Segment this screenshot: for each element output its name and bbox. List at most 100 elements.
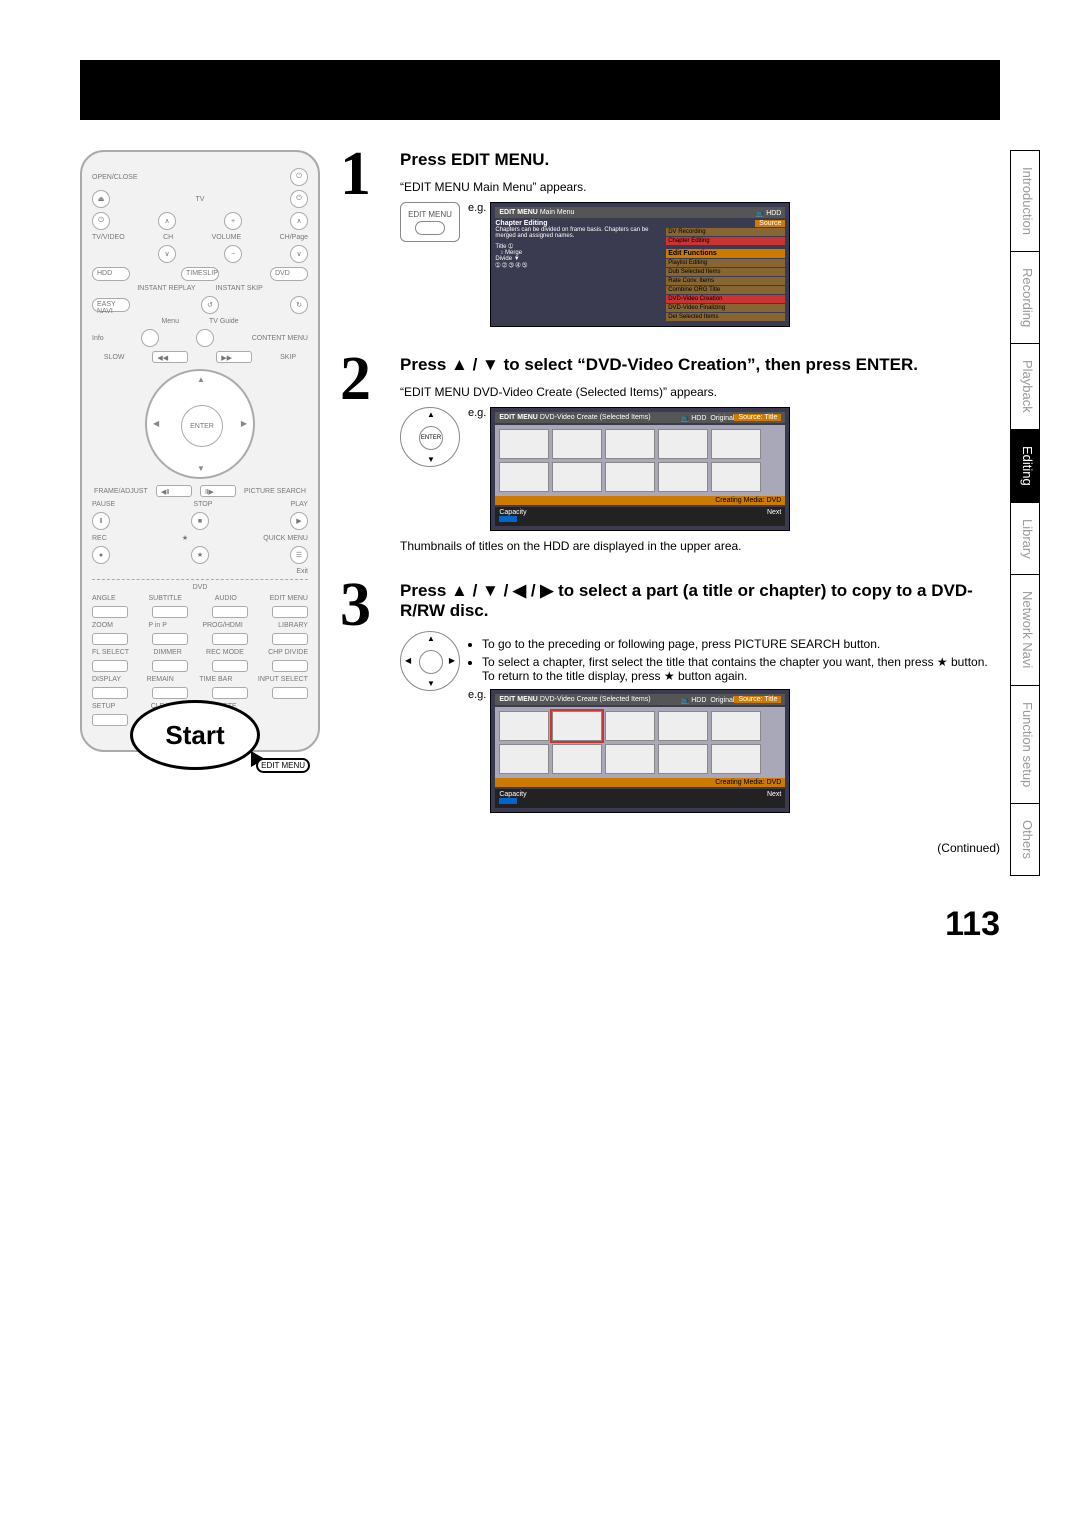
proghdmi-button[interactable]: [212, 633, 248, 645]
tv-power-button[interactable]: ⏻: [290, 190, 308, 208]
label-picture-search: PICTURE SEARCH: [244, 488, 306, 495]
step-1: 1 Press EDIT MENU. “EDIT MENU Main Menu”…: [340, 150, 1000, 327]
zoom-button[interactable]: [92, 633, 128, 645]
screen3-capacity: Capacity: [499, 791, 526, 798]
enter-button[interactable]: ENTER: [181, 405, 223, 447]
label-setup: SETUP: [92, 703, 115, 710]
audio-button[interactable]: [212, 606, 248, 618]
mini-edit-menu-button: EDIT MENU: [400, 202, 460, 242]
label-inputselect: INPUT SELECT: [258, 676, 308, 683]
screen-main-menu: EDIT MENU Main Menu📺 HDD Chapter Editing…: [490, 202, 790, 327]
recmode-button[interactable]: [212, 660, 248, 672]
label-chpdivide: CHP DIVIDE: [268, 649, 308, 656]
frame-button[interactable]: ◀Ⅱ: [156, 485, 192, 497]
chpage-down-button[interactable]: ∨: [290, 245, 308, 263]
screen3-sub: DVD-Video Create (Selected Items): [540, 696, 651, 703]
page-number: 113: [0, 905, 1000, 944]
screen2-capacity: Capacity: [499, 509, 526, 516]
label-instant-replay: INSTANT REPLAY: [137, 285, 195, 292]
chpdivide-button[interactable]: [272, 660, 308, 672]
thumb: [658, 429, 708, 459]
instant-replay-button[interactable]: ↺: [201, 296, 219, 314]
screen2-brand: EDIT MENU: [499, 414, 538, 421]
screen2-hdd: HDD: [691, 415, 706, 422]
label-flselect: FL SELECT: [92, 649, 129, 656]
screen2-orig: Original: [710, 415, 734, 422]
remain-button[interactable]: [152, 687, 188, 699]
hdd-button[interactable]: HDD: [92, 267, 130, 281]
search-button[interactable]: Ⅱ▶: [200, 485, 236, 497]
setup-button[interactable]: [92, 714, 128, 726]
label-audio: AUDIO: [215, 595, 237, 602]
timebar-button[interactable]: [212, 687, 248, 699]
pause-button[interactable]: Ⅱ: [92, 512, 110, 530]
quick-menu-button[interactable]: ☰: [290, 546, 308, 564]
tab-recording[interactable]: Recording: [1010, 251, 1040, 344]
eject-button[interactable]: ⏏: [92, 190, 110, 208]
step-3-arrows: ▲ / ▼ / ◀ / ▶: [451, 581, 553, 600]
label-frame-adjust: FRAME/ADJUST: [94, 488, 148, 495]
step-1-title: Press EDIT MENU.: [400, 150, 1000, 170]
dvd-button[interactable]: DVD: [270, 267, 308, 281]
tab-playback[interactable]: Playback: [1010, 343, 1040, 430]
ch-down-button[interactable]: ∨: [158, 245, 176, 263]
label-content-menu: CONTENT MENU: [252, 335, 308, 342]
skip-button[interactable]: ▶▶: [216, 351, 252, 363]
screen1-ef-6: Del Selected Items: [666, 313, 785, 321]
eg-label-1: e.g.: [468, 202, 486, 214]
subtitle-button[interactable]: [152, 606, 188, 618]
tv-label: TV: [114, 196, 286, 203]
mini-up-icon: ▲: [427, 410, 435, 419]
tab-editing[interactable]: Editing: [1010, 429, 1040, 503]
vol-up-button[interactable]: +: [224, 212, 242, 230]
angle-button[interactable]: [92, 606, 128, 618]
mini-left-icon: ◀: [405, 656, 411, 665]
power-button[interactable]: ⏻: [290, 168, 308, 186]
thumb: [711, 711, 761, 741]
tab-library[interactable]: Library: [1010, 502, 1040, 576]
vol-down-button[interactable]: −: [224, 245, 242, 263]
thumb: [605, 744, 655, 774]
dimmer-button[interactable]: [152, 660, 188, 672]
stop-button[interactable]: ■: [191, 512, 209, 530]
editmenu-button[interactable]: [272, 606, 308, 618]
dpad[interactable]: ▲ ▼ ◀ ▶ ENTER: [145, 369, 255, 479]
thumb: [552, 744, 602, 774]
tvvideo-button[interactable]: ⏻: [92, 212, 110, 230]
tab-function-setup[interactable]: Function setup: [1010, 685, 1040, 804]
thumb: [711, 429, 761, 459]
instant-skip-button[interactable]: ↻: [290, 296, 308, 314]
screen3-thumbs: [495, 707, 785, 778]
pinp-button[interactable]: [152, 633, 188, 645]
thumb: [605, 462, 655, 492]
timeslip-button[interactable]: TIMESLIP: [181, 267, 219, 281]
slow-button[interactable]: ◀◀: [152, 351, 188, 363]
rec-button[interactable]: ●: [92, 546, 110, 564]
play-button[interactable]: ▶: [290, 512, 308, 530]
chpage-up-button[interactable]: ∧: [290, 212, 308, 230]
easy-navi-button[interactable]: EASY NAVI: [92, 298, 130, 312]
screen3-orig: Original: [710, 697, 734, 704]
library-button[interactable]: [272, 633, 308, 645]
dpad-left-icon: ◀: [153, 419, 159, 428]
editmenu-highlight: EDIT MENU: [256, 758, 310, 773]
menu-button[interactable]: [141, 329, 159, 347]
start-callout: Start: [130, 700, 260, 770]
ch-up-button[interactable]: ∧: [158, 212, 176, 230]
label-play: PLAY: [291, 501, 308, 508]
thumb: [499, 711, 549, 741]
thumb: [605, 711, 655, 741]
screen3-source: Source: Title: [734, 696, 781, 703]
inputselect-button[interactable]: [272, 687, 308, 699]
star-button[interactable]: ★: [191, 546, 209, 564]
step-3-title: Press ▲ / ▼ / ◀ / ▶ to select a part (a …: [400, 581, 1000, 621]
screen1-hdd: HDD: [766, 210, 781, 217]
mini-dpad-3: ▲ ▼ ◀ ▶: [400, 631, 460, 691]
tab-network-navi[interactable]: Network Navi: [1010, 574, 1040, 685]
flselect-button[interactable]: [92, 660, 128, 672]
tab-others[interactable]: Others: [1010, 803, 1040, 876]
display-button[interactable]: [92, 687, 128, 699]
tvguide-button[interactable]: [196, 329, 214, 347]
tab-introduction[interactable]: Introduction: [1010, 150, 1040, 252]
screen1-ef-1: Dub Selected Items: [666, 268, 785, 276]
